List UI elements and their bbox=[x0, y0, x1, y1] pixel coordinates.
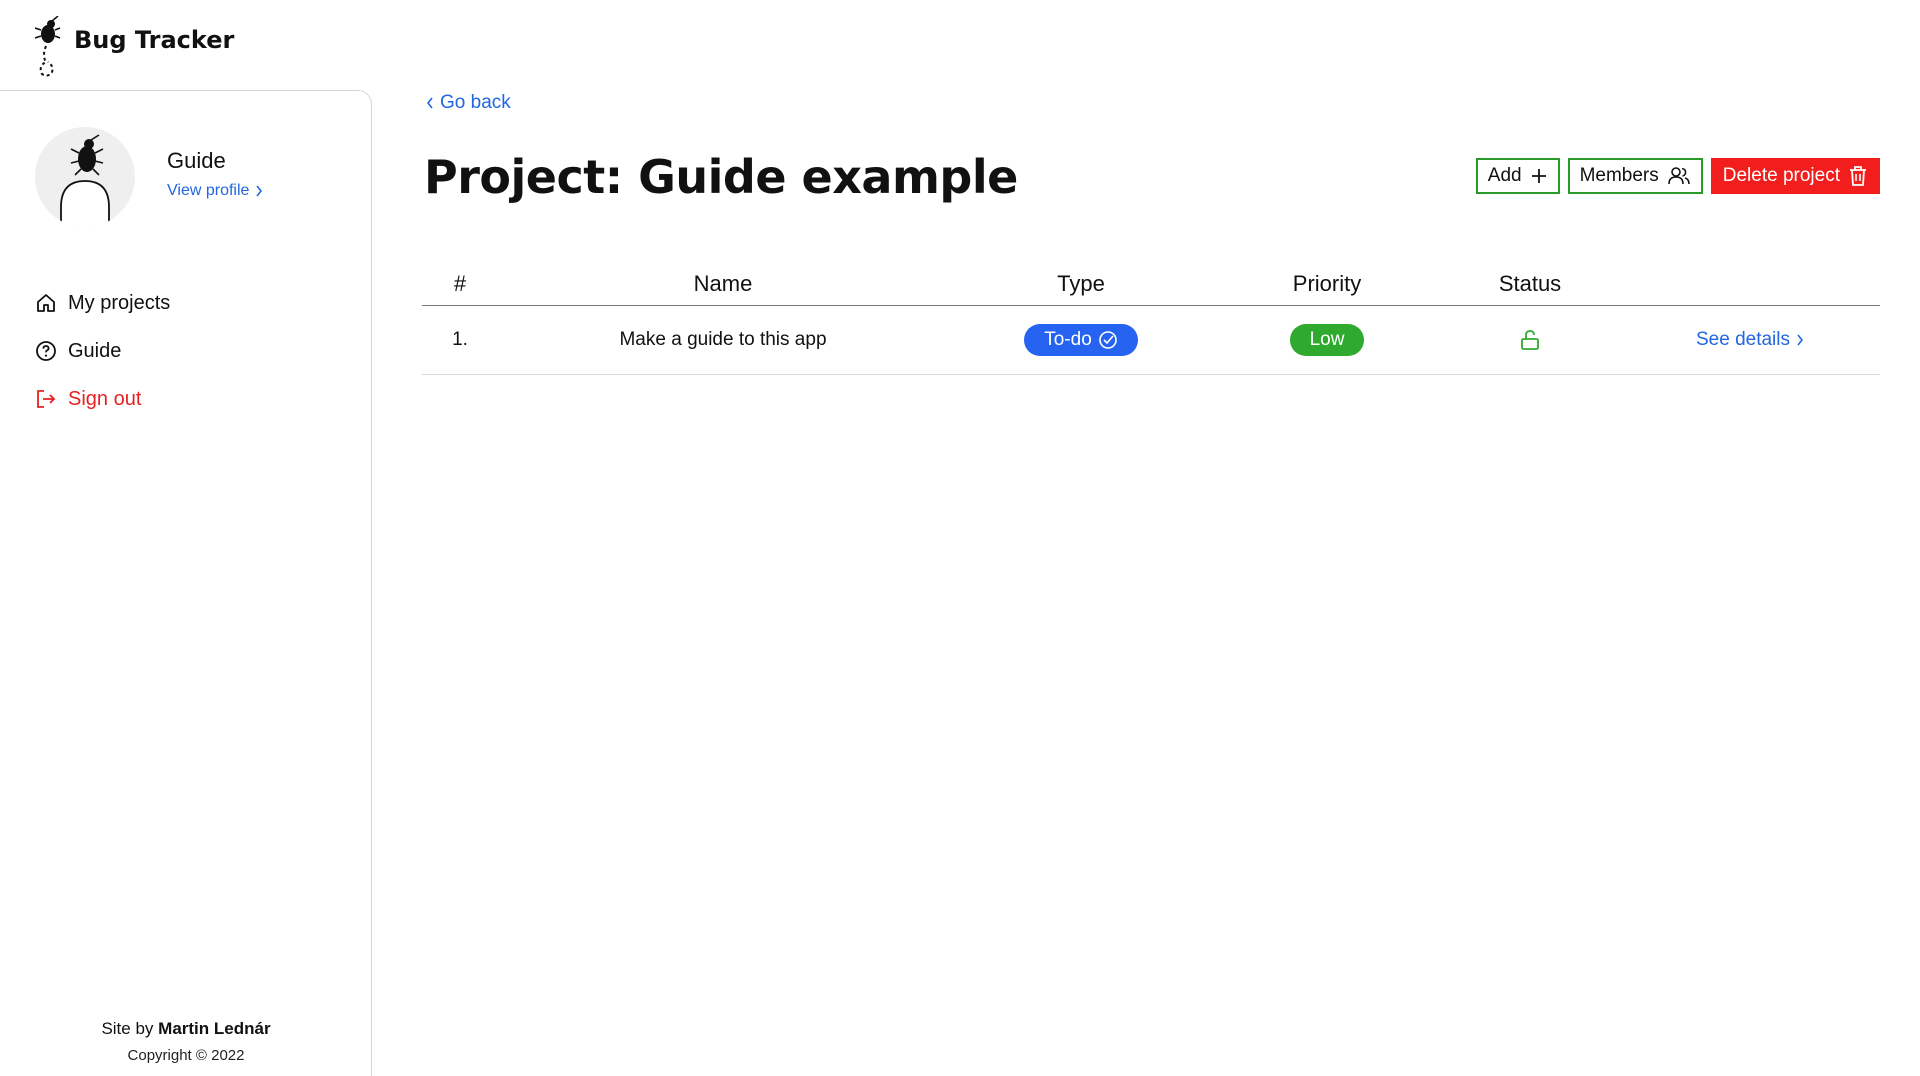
view-profile-link[interactable]: View profile bbox=[167, 182, 263, 200]
sign-out-icon bbox=[34, 387, 58, 411]
issue-number: 1. bbox=[452, 329, 468, 350]
question-circle-icon bbox=[34, 339, 58, 363]
add-button[interactable]: Add bbox=[1475, 158, 1560, 194]
site-credit: Site by Martin Lednár bbox=[0, 1019, 372, 1039]
chevron-left-icon bbox=[426, 97, 433, 109]
issue-name: Make a guide to this app bbox=[619, 329, 827, 350]
sidebar-item-label: Sign out bbox=[68, 387, 142, 410]
issue-status-cell bbox=[1440, 329, 1620, 351]
delete-project-button[interactable]: Delete project bbox=[1710, 158, 1880, 194]
delete-project-label: Delete project bbox=[1722, 165, 1840, 186]
brand[interactable]: Bug Tracker bbox=[32, 16, 234, 78]
plus-icon bbox=[1530, 167, 1548, 185]
sidebar-item-my-projects[interactable]: My projects bbox=[34, 279, 170, 327]
table-row[interactable]: 1. Make a guide to this app To-do Low Se… bbox=[422, 306, 1880, 375]
members-button-label: Members bbox=[1579, 165, 1659, 186]
column-header-number: # bbox=[453, 270, 467, 296]
column-header-type: Type bbox=[1057, 270, 1105, 296]
table-header: # Name Type Priority Status bbox=[422, 262, 1880, 306]
project-actions: Add Members Delete project bbox=[1475, 158, 1880, 194]
sidebar: Guide View profile My projects Guide Sig… bbox=[0, 90, 372, 1076]
members-button[interactable]: Members bbox=[1567, 158, 1703, 194]
issue-details-cell: See details bbox=[1620, 329, 1880, 351]
top-header: Bug Tracker bbox=[0, 0, 370, 90]
copyright: Copyright © 2022 bbox=[127, 1047, 245, 1064]
bug-avatar-icon bbox=[60, 134, 110, 227]
issue-type-cell: To-do bbox=[948, 324, 1214, 356]
view-profile-label: View profile bbox=[167, 182, 250, 199]
sidebar-nav: My projects Guide Sign out bbox=[34, 279, 170, 423]
see-details-link[interactable]: See details bbox=[1696, 329, 1804, 351]
sidebar-item-sign-out[interactable]: Sign out bbox=[34, 375, 170, 423]
author-name: Martin Lednár bbox=[158, 1019, 271, 1038]
sidebar-item-label: My projects bbox=[68, 291, 171, 314]
go-back-link[interactable]: Go back bbox=[426, 92, 511, 114]
add-button-label: Add bbox=[1487, 165, 1522, 186]
type-badge-label: To-do bbox=[1044, 329, 1092, 350]
chevron-right-icon bbox=[1797, 334, 1804, 346]
sidebar-item-guide[interactable]: Guide bbox=[34, 327, 170, 375]
trash-icon bbox=[1848, 165, 1868, 187]
chevron-right-icon bbox=[256, 185, 263, 197]
column-header-status: Status bbox=[1498, 270, 1562, 296]
see-details-label: See details bbox=[1695, 329, 1790, 350]
bug-logo-icon bbox=[34, 16, 61, 77]
users-icon bbox=[1667, 166, 1691, 186]
avatar bbox=[35, 127, 135, 227]
issue-priority-cell: Low bbox=[1214, 324, 1440, 356]
site-by-prefix: Site by bbox=[101, 1019, 154, 1038]
issues-table: # Name Type Priority Status 1. Make a gu… bbox=[422, 262, 1880, 375]
page-title: Project: Guide example bbox=[424, 150, 1018, 204]
go-back-label: Go back bbox=[440, 92, 511, 113]
sidebar-item-label: Guide bbox=[68, 339, 122, 362]
home-icon bbox=[34, 291, 58, 315]
profile-name: Guide bbox=[167, 148, 226, 173]
check-circle-icon bbox=[1098, 330, 1118, 350]
type-badge: To-do bbox=[1024, 324, 1138, 356]
unlocked-icon bbox=[1521, 330, 1539, 350]
sidebar-footer: Site by Martin Lednár Copyright © 2022 bbox=[0, 1019, 372, 1064]
priority-badge: Low bbox=[1289, 324, 1365, 356]
profile-card: Guide View profile bbox=[35, 127, 263, 227]
column-header-priority: Priority bbox=[1292, 270, 1362, 296]
column-header-name: Name bbox=[693, 270, 753, 296]
app-title: Bug Tracker bbox=[74, 26, 235, 54]
